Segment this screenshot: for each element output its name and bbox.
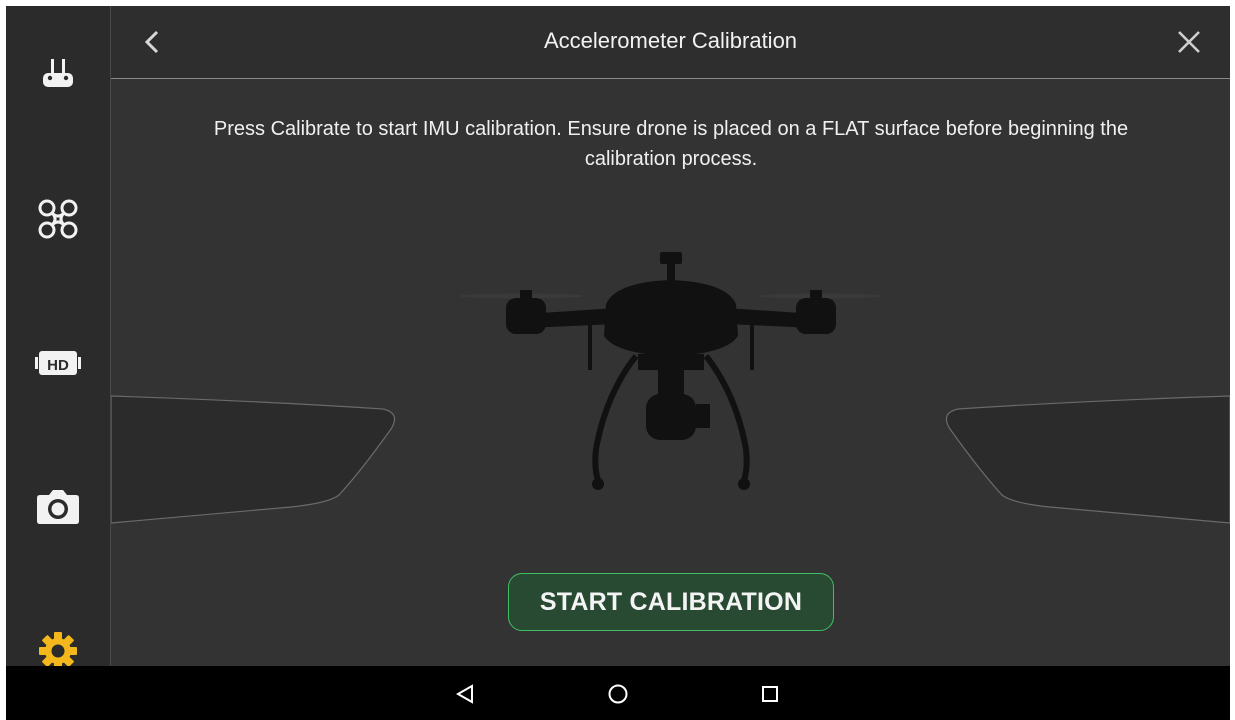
nav-back-icon	[455, 684, 473, 704]
nav-recents-icon	[762, 686, 778, 702]
sidebar-item-aircraft[interactable]	[6, 164, 110, 274]
system-navigation-bar	[6, 666, 1230, 720]
drone-illustration	[459, 252, 883, 490]
app-window: HD Accelerometer Calibration Press Calib…	[6, 6, 1230, 720]
hd-icon: HD	[35, 351, 81, 375]
close-button[interactable]	[1172, 24, 1206, 60]
left-surface-panel	[111, 395, 396, 524]
nav-recents-button[interactable]	[754, 678, 786, 710]
main-panel: Accelerometer Calibration Press Calibrat…	[111, 6, 1230, 666]
start-calibration-button[interactable]: START CALIBRATION	[508, 573, 834, 631]
close-icon	[1178, 31, 1200, 53]
remote-controller-icon	[43, 59, 73, 87]
sidebar-item-hd-transmission[interactable]: HD	[6, 308, 110, 418]
sidebar-item-remote-controller[interactable]	[6, 20, 110, 130]
header: Accelerometer Calibration	[111, 6, 1230, 79]
sidebar-item-camera[interactable]	[6, 452, 110, 562]
page-title: Accelerometer Calibration	[543, 28, 798, 53]
camera-icon	[37, 490, 79, 524]
nav-back-button[interactable]	[449, 678, 481, 710]
right-surface-panel	[945, 395, 1230, 524]
calibration-instructions: Press Calibrate to start IMU calibration…	[213, 118, 1129, 170]
sidebar: HD	[6, 6, 111, 670]
nav-home-button[interactable]	[602, 678, 634, 710]
svg-text:HD: HD	[47, 357, 69, 374]
drone-icon	[38, 199, 78, 239]
nav-home-icon	[608, 684, 628, 704]
